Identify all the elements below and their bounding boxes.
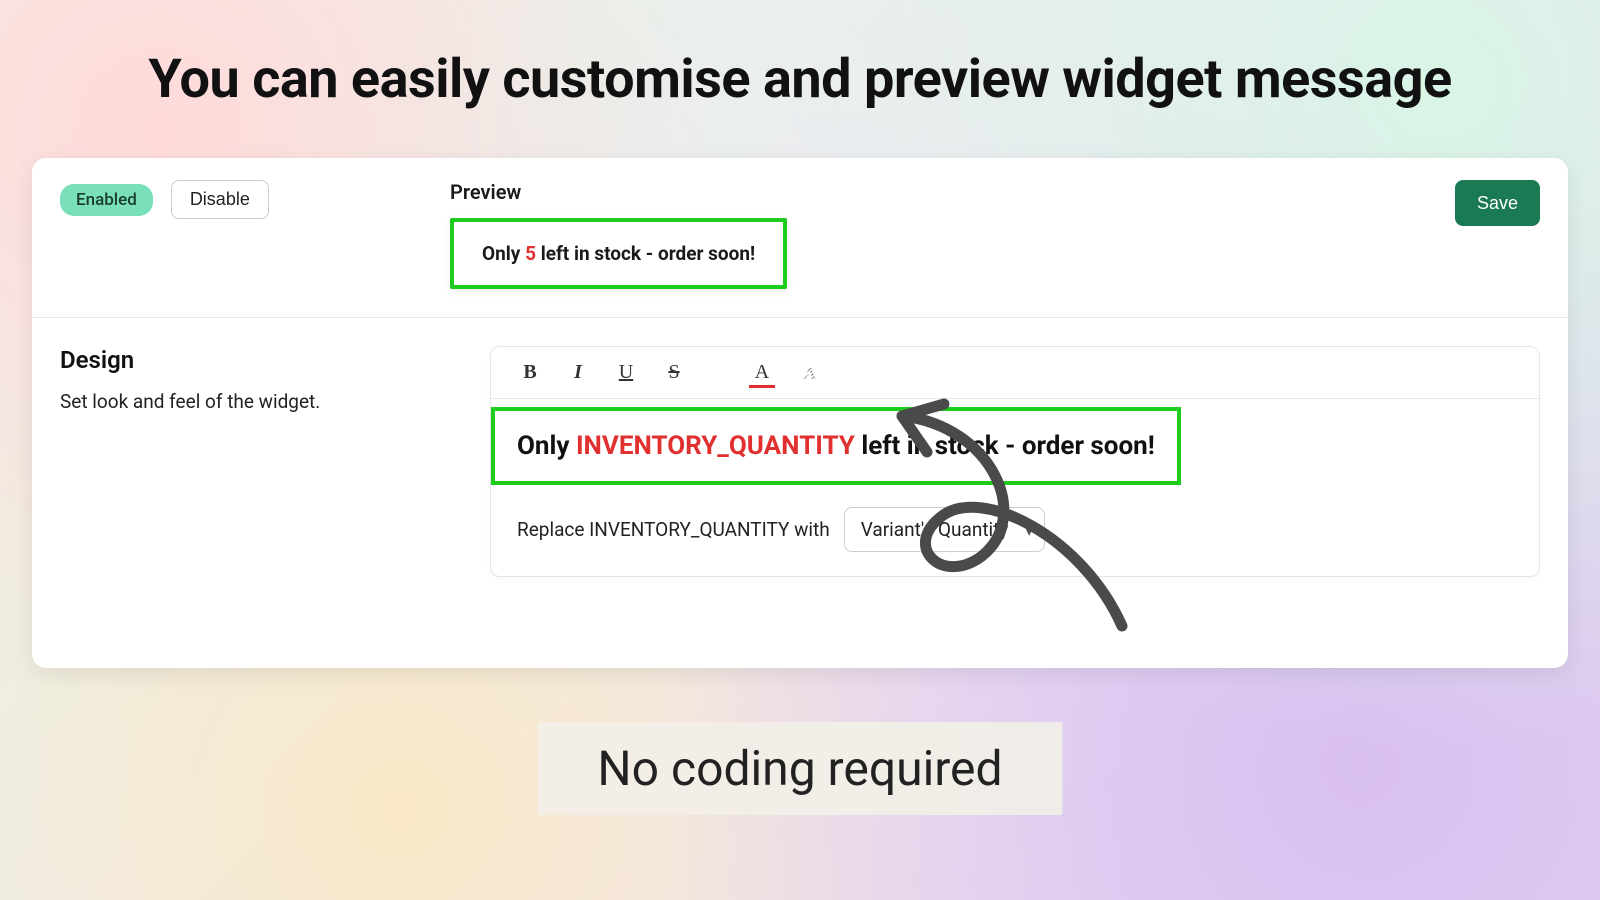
strikethrough-icon[interactable]: S <box>661 361 687 384</box>
preview-message: Only 5 left in stock - order soon! <box>450 218 787 289</box>
editor-toolbar: B I U S A A <box>491 347 1539 399</box>
editor-text-after: left in stock - order soon! <box>855 431 1155 461</box>
preview-quantity: 5 <box>525 242 536 265</box>
save-button[interactable]: Save <box>1455 180 1540 226</box>
design-section-description: Set look and feel of the widget. <box>60 390 460 413</box>
svg-text:A: A <box>804 364 817 383</box>
preview-label: Preview <box>450 180 1455 204</box>
replace-select[interactable]: Variant's Quantity ▴▾ <box>844 507 1046 552</box>
text-style-icon[interactable]: A <box>797 363 823 383</box>
disable-button[interactable]: Disable <box>171 180 269 219</box>
editor-text-before: Only <box>517 431 576 461</box>
section-divider <box>32 317 1568 318</box>
page-headline: You can easily customise and preview wid… <box>0 48 1600 111</box>
preview-text-after: left in stock - order soon! <box>536 242 755 265</box>
chevron-sort-icon: ▴▾ <box>1026 522 1033 538</box>
settings-card: Enabled Disable Preview Only 5 left in s… <box>32 158 1568 668</box>
editor-content[interactable]: Only INVENTORY_QUANTITY left in stock - … <box>491 407 1181 485</box>
bold-icon[interactable]: B <box>517 361 543 384</box>
italic-icon[interactable]: I <box>565 361 591 384</box>
underline-icon[interactable]: U <box>613 361 639 384</box>
preview-text-before: Only <box>482 242 525 265</box>
replace-selected-value: Variant's Quantity <box>861 518 1009 541</box>
design-editor-panel: B I U S A A Only INVENTORY_QUANTITY left… <box>490 346 1540 577</box>
replace-label: Replace INVENTORY_QUANTITY with <box>517 518 830 541</box>
editor-token: INVENTORY_QUANTITY <box>576 431 855 461</box>
font-color-icon[interactable]: A <box>749 361 775 384</box>
footer-caption: No coding required <box>537 722 1062 815</box>
status-badge: Enabled <box>60 184 153 216</box>
design-section-title: Design <box>60 346 460 374</box>
